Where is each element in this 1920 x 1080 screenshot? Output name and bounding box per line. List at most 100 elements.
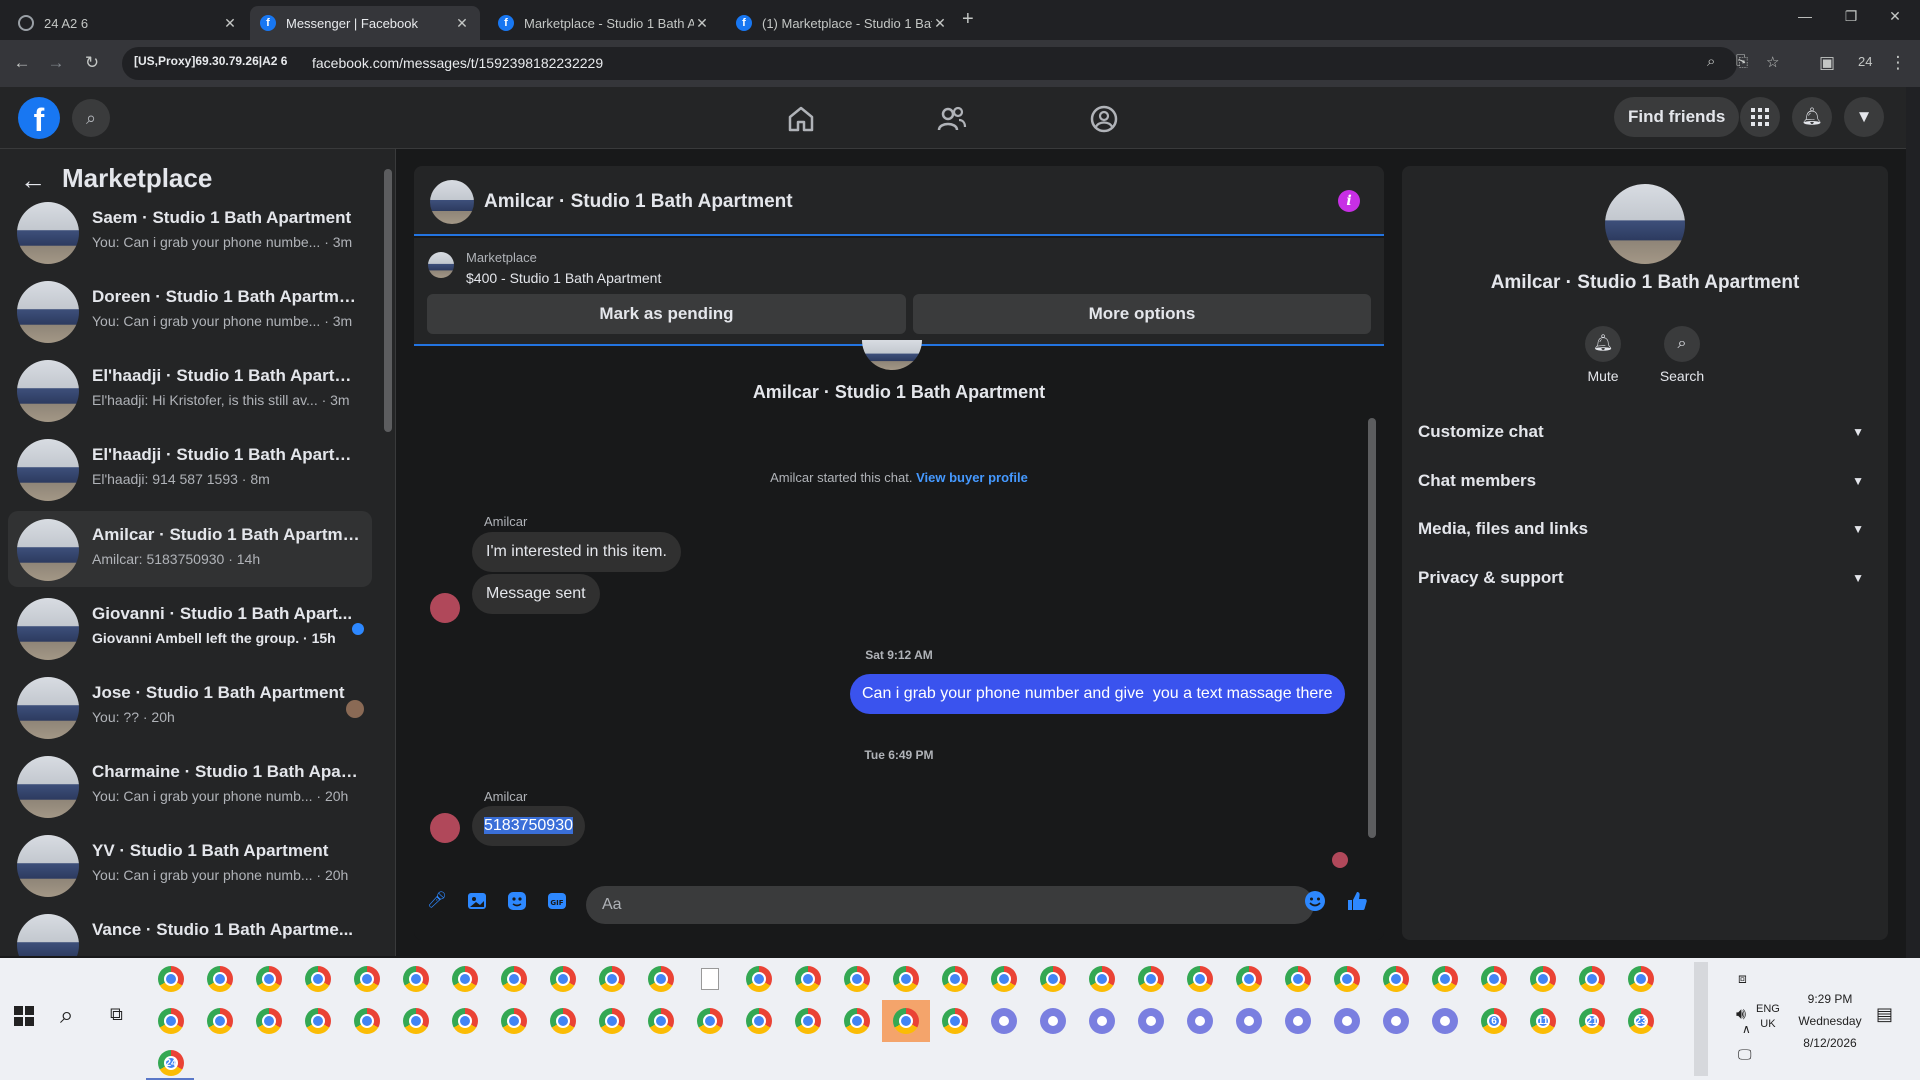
sticker-icon[interactable] [506, 890, 528, 912]
chrome-icon[interactable] [1236, 966, 1262, 992]
chrome-icon[interactable] [893, 966, 919, 992]
privacy-support-row[interactable]: Privacy & support ▼ [1418, 558, 1872, 598]
conversation-item[interactable]: El'haadji · Studio 1 Bath Apartme... El'h… [8, 352, 372, 428]
chrome-numbered-profile-icon[interactable]: 23 [1628, 1008, 1654, 1034]
close-tab-icon[interactable]: ✕ [222, 15, 238, 32]
chrome-icon[interactable] [942, 1008, 968, 1034]
sender-avatar[interactable] [430, 593, 460, 623]
bell-icon[interactable]: 🔔︎ [1585, 326, 1621, 362]
account-dropdown-icon[interactable]: ▼ [1844, 97, 1884, 137]
forward-icon[interactable]: → [44, 51, 68, 75]
close-tab-icon[interactable]: ✕ [932, 15, 948, 32]
info-avatar[interactable] [1605, 184, 1685, 264]
back-arrow-icon[interactable]: ← [20, 165, 46, 196]
volume-icon[interactable]: 🔊︎ [1736, 1006, 1746, 1024]
chrome-icon[interactable] [746, 966, 772, 992]
chrome-icon[interactable] [1530, 966, 1556, 992]
more-options-button[interactable]: More options [913, 294, 1371, 334]
close-window-button[interactable]: ✕ [1880, 8, 1910, 25]
find-friends-button[interactable]: Find friends [1614, 97, 1740, 137]
tray-device-icon[interactable]: ⧈ [1738, 970, 1747, 987]
chrome-icon[interactable] [893, 1008, 919, 1034]
close-tab-icon[interactable]: ✕ [454, 15, 470, 32]
minimize-button[interactable]: — [1790, 8, 1820, 24]
microphone-icon[interactable]: 🎤︎ [426, 890, 448, 912]
chrome-icon[interactable] [1138, 966, 1164, 992]
conversation-item[interactable]: Giovanni · Studio 1 Bath Apart... Giovann… [8, 590, 372, 666]
browser-tab[interactable]: f Messenger | Facebook ✕ [250, 6, 480, 40]
chrome-icon[interactable] [354, 1008, 380, 1034]
mute-button[interactable]: 🔔︎ Mute [1568, 326, 1638, 384]
notifications-bell-icon[interactable]: 🔔︎ [1792, 97, 1832, 137]
chrome-numbered-profile-icon[interactable]: 11 [1530, 1008, 1556, 1034]
incoming-message[interactable]: I'm interested in this item. [472, 532, 681, 572]
search-icon[interactable]: ⌕ [1664, 326, 1700, 362]
thread-scrollbar[interactable] [1368, 418, 1376, 838]
back-icon[interactable]: ← [10, 51, 34, 75]
chrome-icon[interactable] [1383, 966, 1409, 992]
chrome-icon[interactable] [1089, 966, 1115, 992]
chrome-icon[interactable] [207, 1008, 233, 1034]
conversation-item[interactable]: El'haadji · Studio 1 Bath Apartme... El'h… [8, 431, 372, 507]
chrome-icon[interactable] [1187, 966, 1213, 992]
chrome-icon[interactable] [158, 966, 184, 992]
chrome-profile-icon[interactable] [1334, 1008, 1360, 1034]
conversation-item[interactable]: Amilcar · Studio 1 Bath Apartment Amilcar… [8, 511, 372, 587]
chrome-icon[interactable] [697, 1008, 723, 1034]
chrome-icon[interactable] [256, 1008, 282, 1034]
proxy-chip[interactable]: [US,Proxy]69.30.79.26|A2 6 [134, 54, 287, 68]
chrome-icon[interactable] [599, 1008, 625, 1034]
chrome-icon[interactable] [648, 966, 674, 992]
thumbs-up-icon[interactable] [1346, 890, 1368, 912]
facebook-logo[interactable]: f [18, 97, 60, 139]
mark-as-pending-button[interactable]: Mark as pending [427, 294, 906, 334]
chrome-icon[interactable] [844, 966, 870, 992]
info-icon[interactable]: i [1338, 190, 1360, 212]
friends-icon[interactable] [936, 103, 968, 135]
photo-icon[interactable] [466, 890, 488, 912]
chrome-numbered-profile-icon[interactable]: 6 [1481, 1008, 1507, 1034]
chrome-icon[interactable] [1432, 966, 1458, 992]
conversation-item[interactable]: Doreen · Studio 1 Bath Apartment You: Can… [8, 273, 372, 349]
home-icon[interactable] [785, 103, 817, 135]
chrome-icon[interactable] [550, 1008, 576, 1034]
chrome-numbered-profile-icon[interactable]: 21 [1579, 1008, 1605, 1034]
chrome-profile-icon[interactable] [1089, 1008, 1115, 1034]
browser-tab[interactable]: f (1) Marketplace - Studio 1 Bath ✕ [726, 6, 958, 40]
view-buyer-profile-link[interactable]: View buyer profile [916, 470, 1028, 485]
windows-start-icon[interactable] [14, 1006, 34, 1031]
message-input[interactable] [586, 886, 1314, 924]
chrome-icon[interactable] [1040, 966, 1066, 992]
close-tab-icon[interactable]: ✕ [694, 15, 710, 32]
conversation-item[interactable]: Jose · Studio 1 Bath Apartment You: ?? · … [8, 669, 372, 745]
tray-expand-icon[interactable]: ∧ [1742, 1022, 1751, 1036]
chrome-icon[interactable] [452, 1008, 478, 1034]
chrome-icon[interactable] [795, 1008, 821, 1034]
clock[interactable]: 9:29 PM Wednesday 8/12/2026 [1792, 988, 1868, 1054]
reload-icon[interactable]: ↻ [80, 51, 104, 75]
search-icon[interactable]: ⌕ [60, 1002, 73, 1030]
chrome-profile-icon[interactable] [1432, 1008, 1458, 1034]
groups-icon[interactable] [1088, 103, 1120, 135]
tray-display-icon[interactable]: 🖵︎ [1738, 1046, 1752, 1063]
chat-members-row[interactable]: Chat members ▼ [1418, 461, 1872, 501]
incoming-message[interactable]: Message sent [472, 574, 600, 614]
chrome-icon[interactable] [1334, 966, 1360, 992]
listing-thumbnail[interactable] [428, 252, 454, 278]
listing-price[interactable]: $400 - Studio 1 Bath Apartment [466, 270, 661, 286]
browser-menu-icon[interactable]: ⋮ [1886, 51, 1910, 75]
chrome-icon[interactable] [501, 1008, 527, 1034]
chrome-icon[interactable] [1628, 966, 1654, 992]
url-text[interactable]: facebook.com/messages/t/1592398182232229 [312, 55, 603, 71]
chrome-icon[interactable] [746, 1008, 772, 1034]
chrome-icon[interactable] [991, 966, 1017, 992]
chat-title[interactable]: Amilcar · Studio 1 Bath Apartment [484, 191, 793, 213]
page-scrollbar[interactable] [1906, 87, 1920, 958]
task-view-icon[interactable]: ⧉ [110, 1004, 123, 1025]
browser-tab[interactable]: 24 A2 6 ✕ [8, 6, 248, 40]
chrome-icon[interactable] [256, 966, 282, 992]
chrome-icon[interactable] [305, 966, 331, 992]
file-icon[interactable] [701, 968, 719, 990]
chrome-icon[interactable] [403, 1008, 429, 1034]
chrome-profile-icon[interactable] [991, 1008, 1017, 1034]
